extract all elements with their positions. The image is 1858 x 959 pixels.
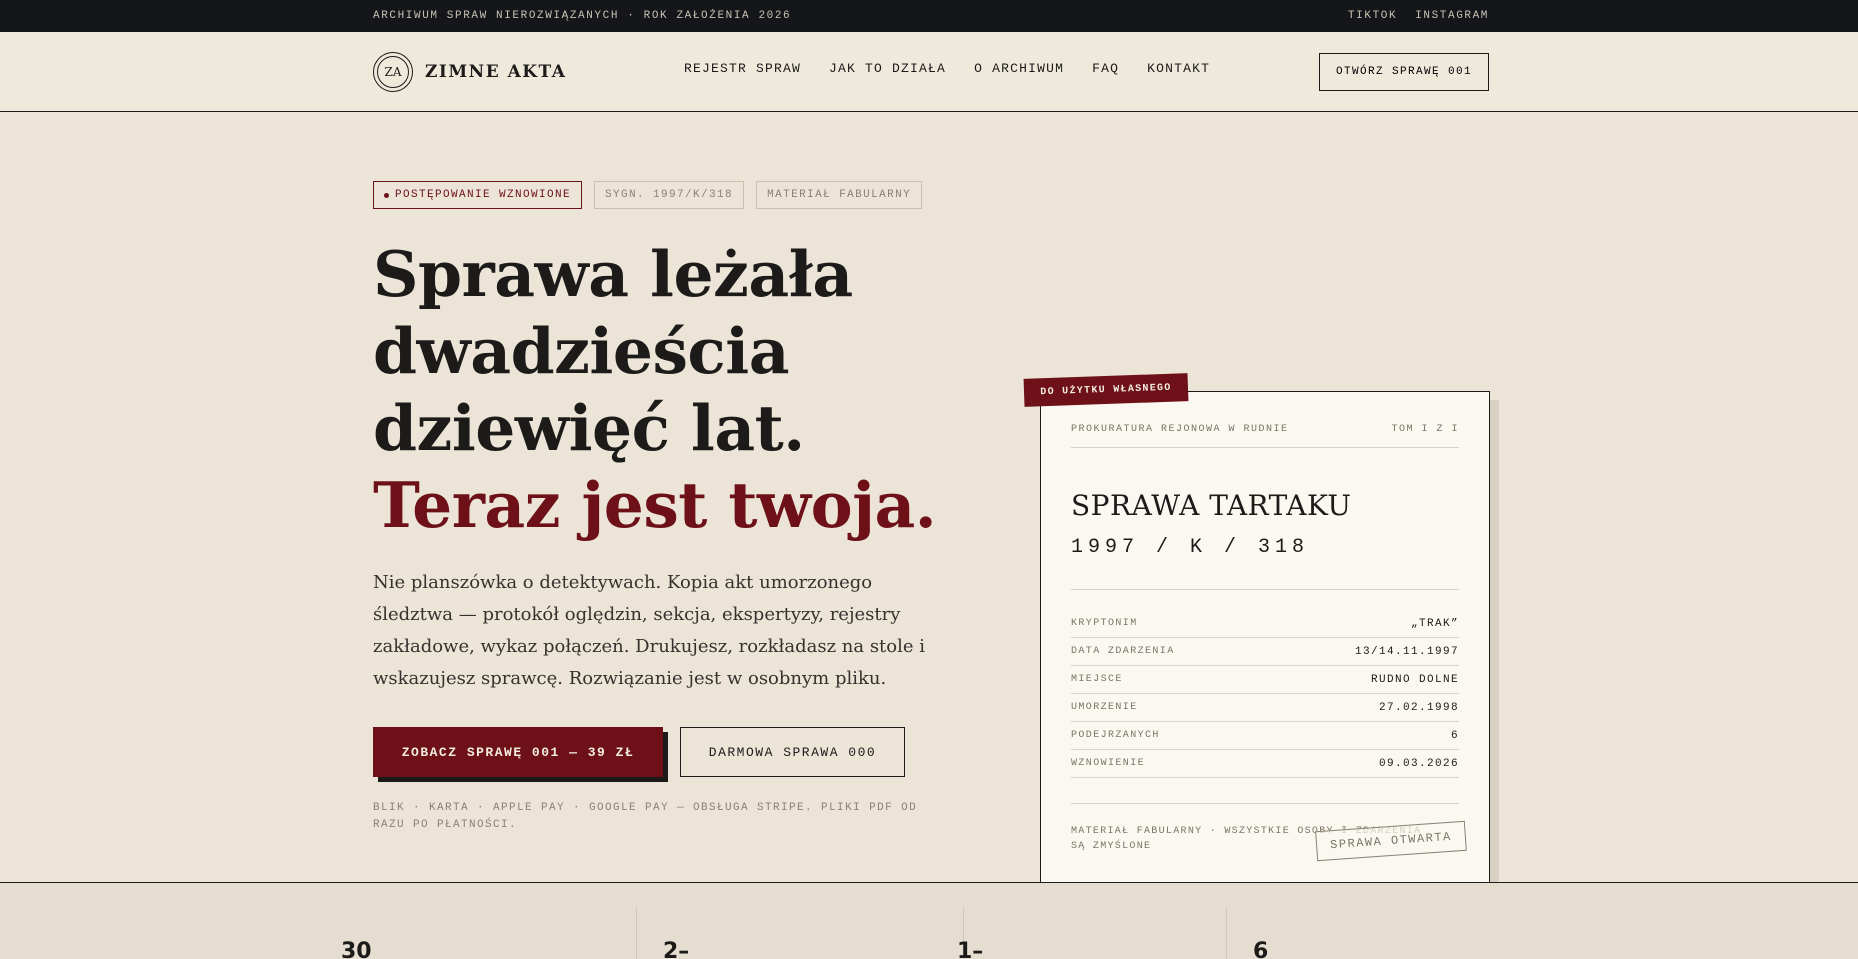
open-case-button[interactable]: OTWÓRZ SPRAWĘ 001 — [1319, 53, 1489, 91]
headline-accent: Teraz jest twoja. — [373, 468, 937, 542]
detail-key: DATA ZDARZENIA — [1071, 646, 1175, 657]
nav-kontakt[interactable]: KONTAKT — [1147, 61, 1210, 76]
detail-row: KRYPTONIM „TRAK” — [1071, 610, 1459, 638]
stat-divider — [1226, 907, 1227, 959]
top-bar-tagline: ARCHIWUM SPRAW NIEROZWIĄZANYCH · ROK ZAŁ… — [373, 10, 792, 22]
detail-row: DATA ZDARZENIA 13/14.11.1997 — [1071, 638, 1459, 666]
detail-row: MIEJSCE RUDNO DOLNE — [1071, 666, 1459, 694]
card-divider — [1071, 589, 1459, 590]
detail-value: 13/14.11.1997 — [1354, 645, 1459, 658]
detail-key: WZNOWIENIE — [1071, 758, 1146, 769]
nav-faq[interactable]: FAQ — [1092, 61, 1119, 76]
detail-value: 6 — [1450, 729, 1459, 742]
top-bar: ARCHIWUM SPRAW NIEROZWIĄZANYCH · ROK ZAŁ… — [0, 0, 1858, 32]
social-links: TIKTOK INSTAGRAM — [1348, 10, 1489, 22]
stat-number: 2–3 — [663, 939, 690, 959]
hero-tags: POSTĘPOWANIE WZNOWIONE SYGN. 1997/K/318 … — [373, 181, 923, 209]
hero-headline: Sprawa leżała dwadzieścia dziewięć lat. … — [373, 236, 993, 544]
tiktok-link[interactable]: TIKTOK — [1348, 10, 1397, 22]
detail-row: WZNOWIENIE 09.03.2026 — [1071, 750, 1459, 778]
nav-rejestr-spraw[interactable]: REJESTR SPRAW — [684, 61, 801, 76]
payment-note: BLIK · KARTA · APPLE PAY · GOOGLE PAY — … — [373, 802, 918, 831]
status-tag-label: POSTĘPOWANIE WZNOWIONE — [395, 189, 572, 201]
main-nav: REJESTR SPRAW JAK TO DZIAŁA O ARCHIWUM F… — [684, 61, 1210, 76]
detail-value: „TRAK” — [1410, 617, 1459, 630]
detail-key: UMORZENIE — [1071, 702, 1138, 713]
logo-name: ZIMNE AKTA — [425, 62, 567, 82]
detail-key: MIEJSCE — [1071, 674, 1123, 685]
card-header: PROKURATURA REJONOWA W RUDNIE TOM I Z I — [1071, 424, 1459, 448]
instagram-link[interactable]: INSTAGRAM — [1415, 10, 1489, 22]
card-office: PROKURATURA REJONOWA W RUDNIE — [1071, 424, 1289, 435]
logo[interactable]: ZA ZIMNE AKTA — [373, 52, 566, 92]
logo-badge: ZA — [373, 52, 413, 92]
logo-initials: ZA — [384, 65, 402, 79]
stat-divider — [636, 907, 637, 959]
fiction-tag: MATERIAŁ FABULARNY — [756, 181, 923, 209]
nav-o-archiwum[interactable]: O ARCHIWUM — [974, 61, 1064, 76]
signature-tag: SYGN. 1997/K/318 — [594, 181, 745, 209]
status-tag: POSTĘPOWANIE WZNOWIONE — [373, 181, 583, 209]
detail-row: PODEJRZANYCH 6 — [1071, 722, 1459, 750]
card-volume: TOM I Z I — [1391, 424, 1459, 435]
headline-line-1: Sprawa leżała — [373, 237, 853, 311]
stat-number: 6 — [1253, 939, 1269, 959]
detail-row: UMORZENIE 27.02.1998 — [1071, 694, 1459, 722]
detail-value: 09.03.2026 — [1378, 757, 1459, 770]
hero-lead: Nie planszówka o detektywach. Kopia akt … — [373, 572, 926, 689]
stat-number: 30 — [341, 939, 372, 959]
detail-value: 27.02.1998 — [1378, 701, 1459, 714]
card-ribbon: DO UŻYTKU WŁASNEGO — [1023, 373, 1189, 407]
card-divider-bottom — [1071, 803, 1459, 804]
headline-line-2: dwadzieścia — [373, 314, 790, 388]
stats-strip: 30 2–3 1–4 6 — [0, 882, 1858, 959]
card-signature: 1997 / K / 318 — [1071, 536, 1310, 559]
free-case-button[interactable]: DARMOWA SPRAWA 000 — [680, 727, 905, 777]
see-case-button[interactable]: ZOBACZ SPRAWĘ 001 — 39 ZŁ — [373, 727, 663, 777]
nav-jak-to-dziala[interactable]: JAK TO DZIAŁA — [829, 61, 946, 76]
stat-number: 1–4 — [957, 939, 984, 959]
card-details: KRYPTONIM „TRAK” DATA ZDARZENIA 13/14.11… — [1071, 610, 1459, 778]
status-dot-icon — [384, 192, 389, 198]
headline-line-3: dziewięć lat. — [373, 391, 805, 465]
detail-key: KRYPTONIM — [1071, 618, 1138, 629]
card-title: SPRAWA TARTAKU — [1071, 489, 1352, 522]
case-card: PROKURATURA REJONOWA W RUDNIE TOM I Z I … — [1040, 391, 1490, 883]
site-header: ZA ZIMNE AKTA REJESTR SPRAW JAK TO DZIAŁ… — [0, 32, 1858, 112]
detail-key: PODEJRZANYCH — [1071, 730, 1160, 741]
detail-value: RUDNO DOLNE — [1370, 673, 1459, 686]
